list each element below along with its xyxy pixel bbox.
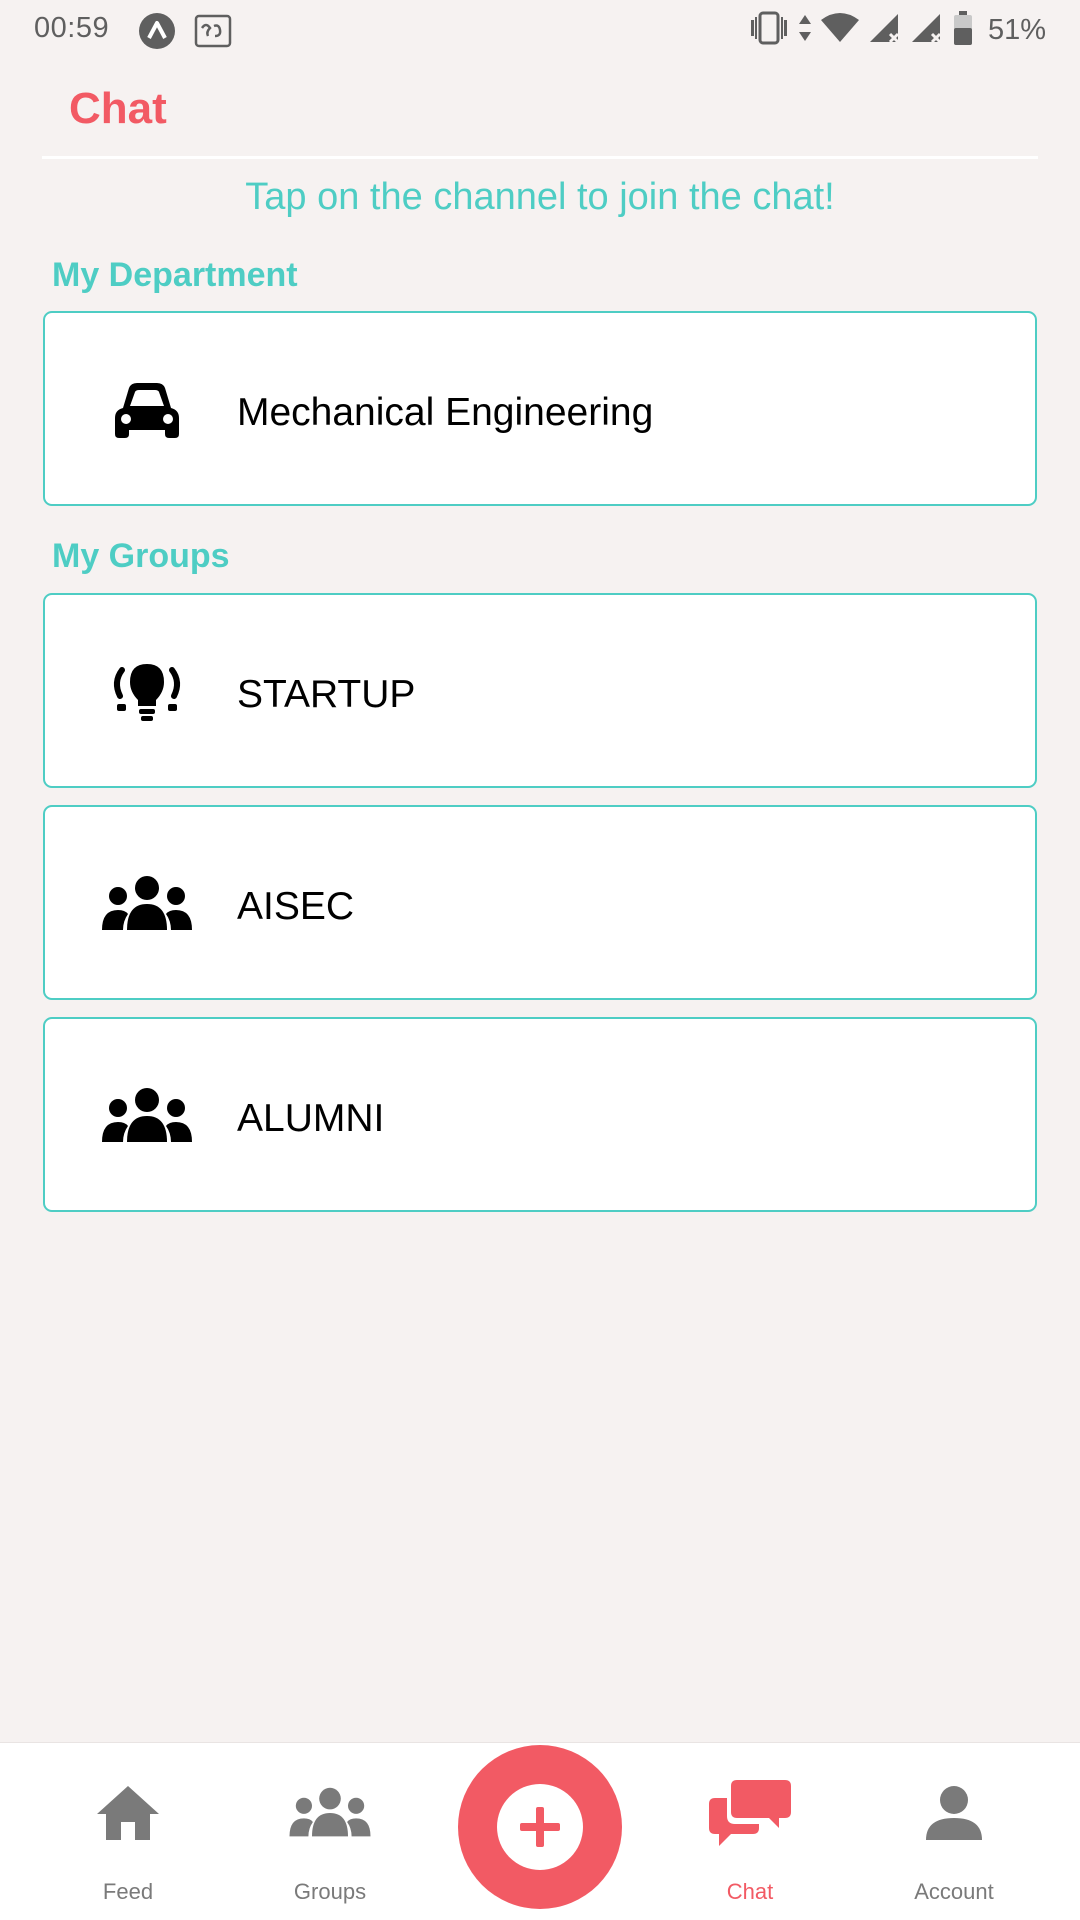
channel-card-aisec[interactable]: AISEC [43, 805, 1037, 1000]
nav-item-chat[interactable]: Chat [670, 1743, 830, 1920]
channel-label: STARTUP [237, 672, 416, 716]
users-icon [97, 1081, 197, 1151]
page-title: Chat [69, 84, 167, 133]
app-icon [138, 12, 176, 50]
section-title-department: My Department [52, 256, 298, 294]
battery-percentage: 51% [987, 13, 1046, 46]
channel-label: AISEC [237, 884, 355, 928]
nav-label: Groups [293, 1879, 367, 1904]
join-hint: Tap on the channel to join the chat! [245, 176, 835, 218]
keyboard-icon [194, 12, 232, 50]
data-arrows-icon [798, 13, 812, 48]
nav-item-feed[interactable]: Feed [48, 1743, 208, 1920]
signal-icon [868, 12, 902, 49]
status-bar: 00:59 51% [0, 0, 1080, 62]
chat-screen: 00:59 51% Chat Tap on the channel to joi… [0, 0, 1080, 1920]
users-icon [97, 869, 197, 939]
nav-label: Feed [102, 1879, 154, 1904]
section-title-groups: My Groups [52, 537, 230, 575]
chat-icon [670, 1773, 830, 1853]
nav-label: Account [914, 1879, 994, 1904]
nav-item-account[interactable]: Account [874, 1743, 1034, 1920]
channel-label: Mechanical Engineering [237, 390, 654, 434]
status-time: 00:59 [34, 12, 110, 44]
channel-card-startup[interactable]: STARTUP [43, 593, 1037, 788]
car-icon [97, 375, 197, 445]
battery-icon [952, 10, 974, 51]
channel-card-alumni[interactable]: ALUMNI [43, 1017, 1037, 1212]
plus-icon [497, 1784, 583, 1870]
header-divider [42, 156, 1038, 159]
vibrate-icon [748, 11, 790, 50]
nav-label: Chat [726, 1879, 774, 1904]
status-icons: 51% [748, 10, 1046, 50]
lightbulb-icon [97, 657, 197, 727]
channel-label: ALUMNI [237, 1096, 385, 1140]
channel-card-mechanical-engineering[interactable]: Mechanical Engineering [43, 311, 1037, 506]
home-icon [48, 1773, 208, 1853]
user-icon [874, 1773, 1034, 1853]
nav-item-groups[interactable]: Groups [250, 1743, 410, 1920]
wifi-icon [820, 12, 860, 49]
users-icon [250, 1773, 410, 1853]
create-button[interactable] [458, 1745, 622, 1909]
signal-icon [910, 12, 944, 49]
